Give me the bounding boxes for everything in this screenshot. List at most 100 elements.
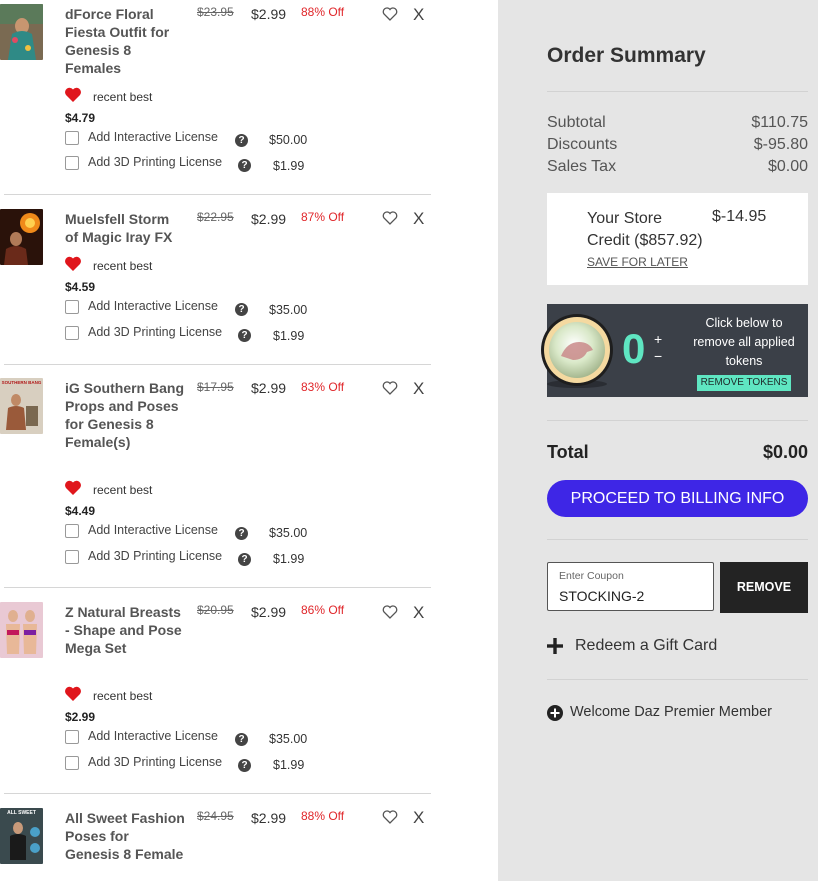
remove-item-close-icon[interactable]: X	[413, 604, 424, 621]
product-name[interactable]: Muelsfell Storm of Magic Iray FX	[65, 210, 185, 246]
remove-tokens-button[interactable]: REMOVE TOKENS	[697, 375, 791, 391]
printing-license-checkbox[interactable]	[65, 326, 79, 340]
token-count: 0	[622, 325, 646, 372]
license-price: $1.99	[273, 159, 305, 173]
subtotal-value: $110.75	[751, 114, 808, 131]
interactive-license-option[interactable]: Add Interactive License ? $35.00	[65, 729, 315, 747]
product-thumbnail[interactable]: SOUTHERN BANG	[0, 378, 43, 434]
product-thumbnail[interactable]: ALL SWEET	[0, 808, 43, 864]
original-price: $22.95	[197, 210, 234, 224]
product-name[interactable]: All Sweet Fashion Poses for Genesis 8 Fe…	[65, 809, 185, 863]
original-price: $17.95	[197, 380, 234, 394]
discounts-row: Discounts $-95.80	[547, 136, 808, 158]
license-price: $1.99	[273, 329, 305, 343]
interactive-license-checkbox[interactable]	[65, 131, 79, 145]
help-icon[interactable]: ?	[235, 733, 248, 746]
cart-list: dForce Floral Fiesta Outfit for Genesis …	[0, 0, 498, 881]
item-divider	[4, 587, 431, 588]
printing-license-checkbox[interactable]	[65, 550, 79, 564]
license-price: $50.00	[269, 133, 308, 147]
remove-coupon-button[interactable]: REMOVE	[720, 562, 808, 613]
remove-item-close-icon[interactable]: X	[413, 809, 424, 826]
printing-license-checkbox[interactable]	[65, 156, 79, 170]
item-divider	[4, 793, 431, 794]
plus-icon	[547, 638, 563, 654]
product-name[interactable]: iG Southern Bang Props and Poses for Gen…	[65, 379, 185, 451]
heart-outline-icon[interactable]	[382, 7, 398, 21]
license-price: $1.99	[273, 552, 305, 566]
discount-percent: 86% Off	[301, 603, 345, 617]
remove-item-close-icon[interactable]: X	[413, 210, 424, 227]
license-label: Add 3D Printing License	[88, 755, 223, 769]
discounts-value: $-95.80	[753, 136, 808, 153]
product-price: $2.99	[251, 6, 287, 22]
heart-outline-icon[interactable]	[382, 605, 398, 619]
remove-item-close-icon[interactable]: X	[413, 380, 424, 397]
product-thumbnail[interactable]	[0, 209, 43, 265]
original-price: $20.95	[197, 603, 234, 617]
license-label: Add Interactive License	[88, 523, 218, 537]
sale-price: $4.59	[65, 280, 96, 294]
order-summary-title: Order Summary	[547, 44, 706, 67]
heart-outline-icon[interactable]	[382, 810, 398, 824]
token-increment-button[interactable]: +	[654, 332, 662, 346]
help-icon[interactable]: ?	[238, 553, 251, 566]
save-for-later-link[interactable]: SAVE FOR LATER	[587, 255, 688, 269]
help-icon[interactable]: ?	[235, 303, 248, 316]
sale-price: $4.49	[65, 504, 96, 518]
remove-item-close-icon[interactable]: X	[413, 6, 424, 23]
product-thumbnail[interactable]	[0, 4, 43, 60]
product-price: $2.99	[251, 380, 287, 396]
printing-license-option[interactable]: Add 3D Printing License ? $1.99	[65, 155, 315, 173]
plus-circle-icon	[547, 705, 563, 721]
token-coin-icon	[541, 314, 613, 388]
product-name[interactable]: Z Natural Breasts - Shape and Pose Mega …	[65, 603, 185, 657]
printing-license-option[interactable]: Add 3D Printing License ? $1.99	[65, 755, 315, 773]
license-label: Add Interactive License	[88, 130, 218, 144]
help-icon[interactable]: ?	[238, 759, 251, 772]
tokens-instructions: Click below to remove all applied tokens	[693, 316, 795, 368]
heart-outline-icon[interactable]	[382, 211, 398, 225]
total-value: $0.00	[762, 442, 808, 462]
product-price: $2.99	[251, 211, 287, 227]
sales-tax-value: $0.00	[767, 158, 808, 175]
heart-filled-icon	[65, 87, 81, 102]
product-name[interactable]: dForce Floral Fiesta Outfit for Genesis …	[65, 5, 185, 77]
coupon-value[interactable]: STOCKING-2	[559, 588, 644, 604]
proceed-to-billing-button[interactable]: PROCEED TO BILLING INFO	[547, 480, 808, 517]
thumbnail-caption: ALL SWEET	[7, 810, 36, 816]
license-label: Add 3D Printing License	[88, 325, 223, 339]
interactive-license-option[interactable]: Add Interactive License ? $50.00	[65, 130, 315, 148]
help-icon[interactable]: ?	[235, 134, 248, 147]
heart-outline-icon[interactable]	[382, 381, 398, 395]
thumbnail-caption: SOUTHERN BANG	[2, 380, 42, 385]
interactive-license-checkbox[interactable]	[65, 730, 79, 744]
divider	[547, 420, 808, 421]
product-thumbnail[interactable]	[0, 602, 43, 658]
discount-percent: 88% Off	[301, 5, 345, 19]
heart-filled-icon	[65, 480, 81, 495]
printing-license-option[interactable]: Add 3D Printing License ? $1.99	[65, 325, 315, 343]
interactive-license-checkbox[interactable]	[65, 300, 79, 314]
help-icon[interactable]: ?	[238, 329, 251, 342]
order-summary-panel: Order Summary Subtotal $110.75 Discounts…	[498, 0, 818, 881]
coupon-input[interactable]: Enter Coupon STOCKING-2	[547, 562, 714, 611]
printing-license-option[interactable]: Add 3D Printing License ? $1.99	[65, 549, 315, 567]
total-label: Total	[547, 442, 589, 462]
interactive-license-option[interactable]: Add Interactive License ? $35.00	[65, 523, 315, 541]
help-icon[interactable]: ?	[238, 159, 251, 172]
help-icon[interactable]: ?	[235, 527, 248, 540]
heart-filled-icon	[65, 686, 81, 701]
discounts-label: Discounts	[547, 136, 618, 153]
recent-best-tag: recent best	[93, 90, 153, 104]
product-price: $2.99	[251, 810, 287, 826]
interactive-license-checkbox[interactable]	[65, 524, 79, 538]
token-decrement-button[interactable]: −	[654, 349, 662, 363]
subtotal-row: Subtotal $110.75	[547, 114, 808, 136]
license-label: Add Interactive License	[88, 729, 218, 743]
item-divider	[4, 364, 431, 365]
premier-member-label: Welcome Daz Premier Member	[570, 704, 772, 720]
interactive-license-option[interactable]: Add Interactive License ? $35.00	[65, 299, 315, 317]
printing-license-checkbox[interactable]	[65, 756, 79, 770]
heart-filled-icon	[65, 256, 81, 271]
